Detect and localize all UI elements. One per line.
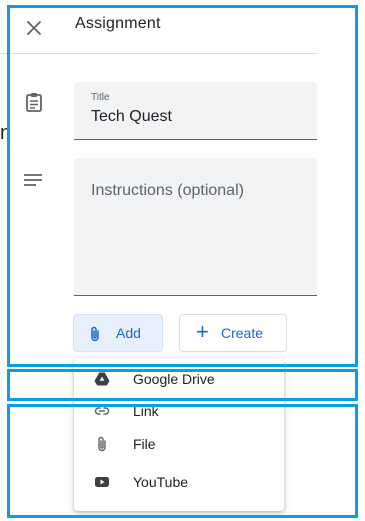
highlight-box-main bbox=[7, 5, 358, 367]
highlight-box-bottom bbox=[7, 404, 358, 518]
highlight-box-link bbox=[7, 369, 358, 401]
